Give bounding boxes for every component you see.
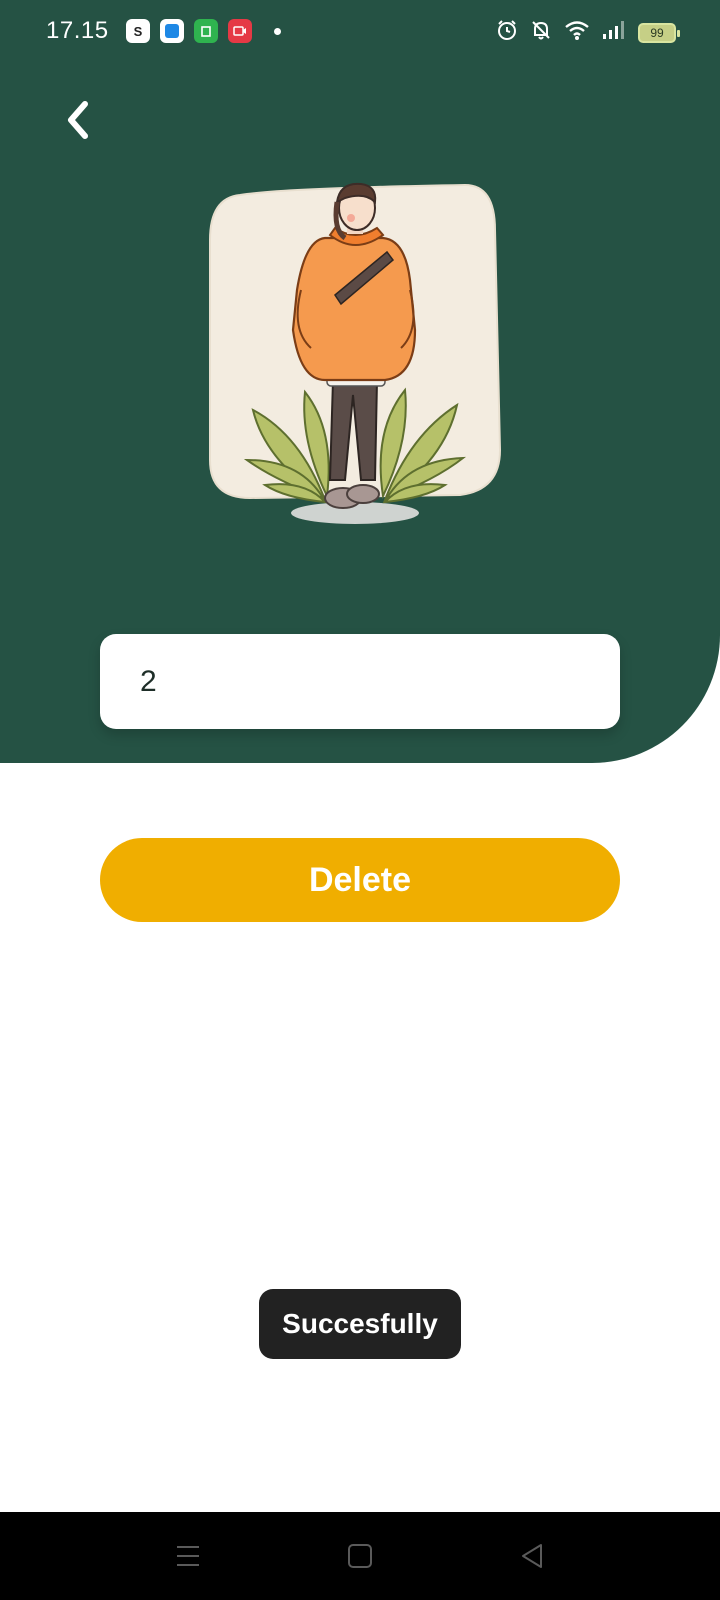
system-icons: 99 — [496, 19, 680, 46]
shopee-icon: S — [126, 19, 150, 43]
back-triangle-icon — [522, 1544, 542, 1568]
person-illustration — [209, 182, 502, 524]
mute-icon — [530, 19, 552, 46]
status-time: 17.15 — [46, 17, 109, 44]
toast-message: Succesfully — [259, 1289, 461, 1359]
recent-apps-button[interactable] — [164, 1532, 212, 1580]
chevron-left-icon — [68, 101, 88, 139]
battery-icon: 99 — [638, 22, 680, 43]
notification-icons: S — [126, 19, 281, 43]
back-button[interactable] — [58, 96, 98, 144]
id-input-container — [100, 634, 620, 729]
dot-icon — [274, 27, 281, 35]
menu-icon — [177, 1546, 199, 1566]
delete-button[interactable]: Delete — [100, 838, 620, 922]
green-app-icon — [194, 19, 218, 43]
status-bar: 17.15 S 99 — [0, 0, 720, 64]
id-input[interactable] — [100, 634, 620, 729]
blue-app-icon — [160, 19, 184, 43]
red-app-icon — [228, 19, 252, 43]
wifi-icon — [564, 19, 590, 46]
home-icon — [348, 1544, 372, 1568]
alarm-icon — [496, 19, 518, 46]
screen: 17.15 S 99 2 Delete Succesfully — [0, 0, 720, 1600]
system-back-button[interactable] — [508, 1532, 556, 1580]
signal-icon — [602, 19, 626, 46]
home-button[interactable] — [336, 1532, 384, 1580]
navigation-bar — [0, 1512, 720, 1600]
